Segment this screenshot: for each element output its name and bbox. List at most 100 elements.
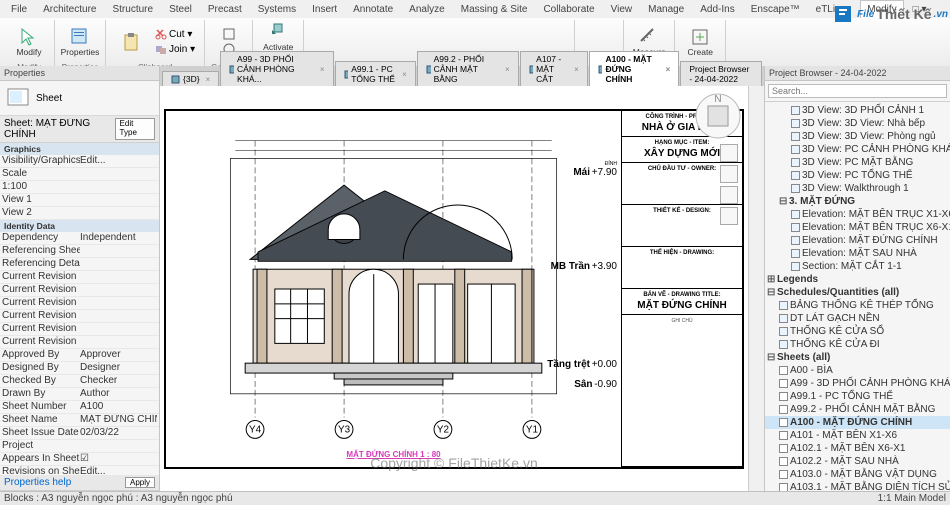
view-tab[interactable]: A99.2 - PHỐI CẢNH MẶT BẰNG× — [417, 51, 519, 86]
tree-item[interactable]: 3D View: 3D PHỐI CẢNH 1 — [765, 104, 950, 117]
ribbon-tab[interactable]: Architecture — [36, 0, 103, 18]
offset-icon[interactable] — [332, 34, 348, 50]
twisty-icon[interactable]: ⊟ — [767, 351, 775, 364]
edit-type-button[interactable]: Edit Type — [115, 118, 155, 140]
tree-item[interactable]: ⊟Schedules/Quantities (all) — [765, 286, 950, 299]
tree-item[interactable]: THỐNG KÊ CỬA ĐI — [765, 338, 950, 351]
rotate-icon[interactable] — [420, 34, 436, 50]
prop-row[interactable]: Current Revision Date — [0, 310, 159, 323]
nav-home-icon[interactable] — [720, 144, 738, 162]
prop-row[interactable]: Checked ByChecker — [0, 375, 159, 388]
prop-row[interactable]: Appears In Sheet List☑ — [0, 453, 159, 466]
tree-item[interactable]: A99 - 3D PHỐI CẢNH PHÒNG KHÁCH — [765, 377, 950, 390]
project-browser-tab[interactable]: Project Browser - 24-04-2022 — [680, 61, 762, 86]
type-selector[interactable]: Sheet — [0, 81, 159, 116]
join-button[interactable]: Join ▾ — [152, 42, 198, 56]
prop-row[interactable]: Sheet Issue Date02/03/22 — [0, 427, 159, 440]
tree-item[interactable]: A103.1 - MẶT BẰNG DIỆN TÍCH SỬ DỤNG — [765, 481, 950, 491]
tree-item[interactable]: Elevation: MẶT ĐỨNG CHÍNH — [765, 234, 950, 247]
split-icon[interactable] — [464, 34, 480, 50]
paste-button[interactable] — [112, 30, 150, 54]
nav-orbit-icon[interactable] — [720, 207, 738, 225]
ribbon-tab[interactable]: Steel — [162, 0, 199, 18]
tree-item[interactable]: 3D View: 3D View: Nhà bếp — [765, 117, 950, 130]
prop-row[interactable]: Referencing Sheet — [0, 245, 159, 258]
tree-item[interactable]: A102.2 - MẶT SAU NHÀ — [765, 455, 950, 468]
ribbon-tab[interactable]: Add-Ins — [693, 0, 741, 18]
tree-item[interactable]: A103.0 - MẶT BẰNG VẬT DỤNG — [765, 468, 950, 481]
prop-row[interactable]: Revisions on SheetEdit... — [0, 466, 159, 475]
apply-button[interactable]: Apply — [125, 477, 155, 488]
nav-zoom-icon[interactable] — [720, 186, 738, 204]
prop-row[interactable]: Referencing Detail — [0, 258, 159, 271]
prop-row[interactable]: Drawn ByAuthor — [0, 388, 159, 401]
ribbon-tab[interactable]: Precast — [201, 0, 249, 18]
tree-item[interactable]: Elevation: MẶT BÊN TRỤC X6-X1 — [765, 221, 950, 234]
properties-button[interactable]: Properties — [61, 25, 99, 59]
tree-item[interactable]: A00 - BÌA — [765, 364, 950, 377]
tree-item[interactable]: 3D View: PC TỔNG THỂ — [765, 169, 950, 182]
prop-row[interactable]: Current Revision Issued By — [0, 284, 159, 297]
tree-item[interactable]: ⊞Legends — [765, 273, 950, 286]
close-icon[interactable]: × — [574, 65, 579, 74]
prop-row[interactable]: Visibility/Graphics Overrid...Edit... — [0, 155, 159, 168]
prop-row[interactable]: Scale — [0, 168, 159, 181]
nav-cube[interactable]: N — [694, 92, 742, 140]
prop-row[interactable]: Current Revision Description — [0, 323, 159, 336]
view-tab[interactable]: {3D}× — [162, 71, 219, 86]
prop-row[interactable]: Sheet NumberA100 — [0, 401, 159, 414]
scrollbar[interactable] — [748, 86, 764, 491]
drawing-canvas[interactable]: Y4 Y3 Y2 Y1 Mái +7.90 ĐỈNH MB Trần +3.90… — [160, 86, 748, 491]
tree-item[interactable]: A101 - MẶT BÊN X1-X6 — [765, 429, 950, 442]
prop-row[interactable]: View 1 — [0, 194, 159, 207]
close-icon[interactable]: × — [666, 65, 671, 74]
tree-item[interactable]: ⊟Sheets (all) — [765, 351, 950, 364]
mirror-icon[interactable] — [354, 34, 370, 50]
ribbon-tab[interactable]: File — [4, 0, 34, 18]
help-link[interactable]: Properties help — [4, 477, 71, 488]
tree-item[interactable]: A102.1 - MẶT BÊN X6-X1 — [765, 442, 950, 455]
tree-item[interactable]: 3D View: PC CẢNH PHÒNG KHÁCH — [765, 143, 950, 156]
prop-row[interactable]: 1:100 — [0, 181, 159, 194]
prop-row[interactable]: DependencyIndependent — [0, 232, 159, 245]
cut-button[interactable]: Cut ▾ — [152, 27, 198, 41]
ribbon-tab[interactable]: Enscape™ — [744, 0, 807, 18]
view-tab[interactable]: A100 - MẶT ĐỨNG CHÍNH× — [589, 51, 680, 86]
prop-row[interactable]: View 2 — [0, 207, 159, 220]
prop-row[interactable]: Current Revision — [0, 336, 159, 349]
pin-icon[interactable] — [530, 34, 546, 50]
close-icon[interactable]: × — [505, 65, 510, 74]
ribbon-tab[interactable]: Systems — [251, 0, 303, 18]
ribbon-tab[interactable]: Structure — [105, 0, 160, 18]
prop-row[interactable]: Sheet NameMẶT ĐỨNG CHÍNH — [0, 414, 159, 427]
prop-row[interactable]: Designed ByDesigner — [0, 362, 159, 375]
tree-item[interactable]: A100 - MẶT ĐỨNG CHÍNH — [765, 416, 950, 429]
tree-item[interactable]: THỐNG KÊ CỬA SỔ — [765, 325, 950, 338]
nav-pan-icon[interactable] — [720, 165, 738, 183]
tree-item[interactable]: A99.1 - PC TỔNG THỂ — [765, 390, 950, 403]
scale-icon[interactable] — [508, 34, 524, 50]
trim-icon[interactable] — [442, 34, 458, 50]
view-tab[interactable]: A107 - MẶT CẮT× — [520, 51, 588, 86]
tree-item[interactable]: 3D View: Walkthrough 1 — [765, 182, 950, 195]
tree-item[interactable]: 3D View: PC MẶT BẰNG — [765, 156, 950, 169]
close-icon[interactable]: × — [206, 75, 211, 84]
twisty-icon[interactable]: ⊟ — [767, 286, 775, 299]
tree-item[interactable]: A99.2 - PHỐI CẢNH MẶT BẰNG — [765, 403, 950, 416]
tree-item[interactable]: Section: MẶT CẮT 1-1 — [765, 260, 950, 273]
close-icon[interactable]: × — [402, 70, 407, 79]
align-icon[interactable] — [310, 34, 326, 50]
tree-item[interactable]: DT LÁT GẠCH NỀN — [765, 312, 950, 325]
create-button[interactable]: Create — [681, 25, 719, 59]
prop-row[interactable]: Current Revision Issued — [0, 271, 159, 284]
twisty-icon[interactable]: ⊞ — [767, 273, 775, 286]
search-input[interactable] — [768, 84, 947, 98]
close-icon[interactable]: × — [320, 65, 325, 74]
tree-item[interactable]: Elevation: MẶT BÊN TRỤC X1-X6 — [765, 208, 950, 221]
ribbon-tab[interactable]: Manage — [641, 0, 691, 18]
tree-item[interactable]: Elevation: MẶT SAU NHÀ — [765, 247, 950, 260]
move-icon[interactable] — [376, 34, 392, 50]
copy-icon[interactable] — [398, 34, 414, 50]
view-tab[interactable]: A99 - 3D PHỐI CẢNH PHÒNG KHÁ...× — [220, 51, 333, 86]
tree-item[interactable]: BẢNG THỐNG KÊ THÉP TỔNG — [765, 299, 950, 312]
